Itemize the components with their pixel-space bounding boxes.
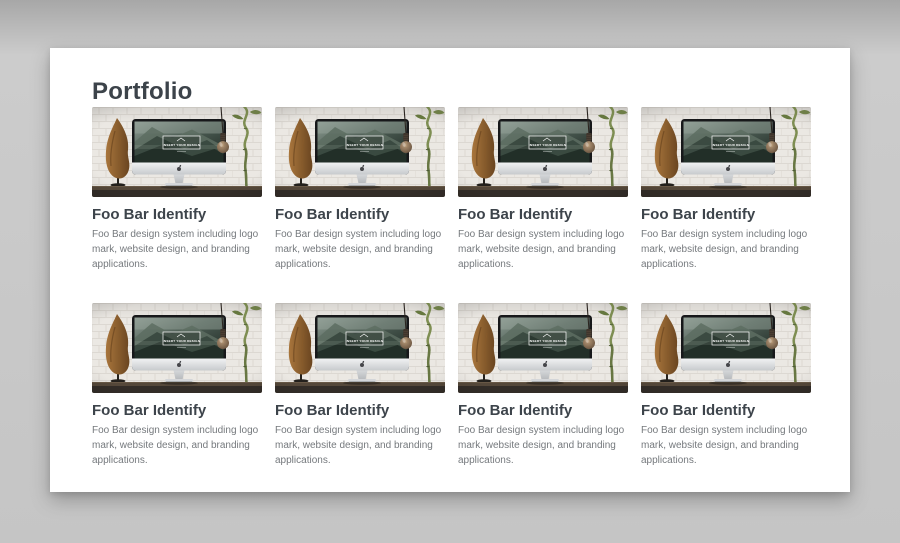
project-description: Foo Bar design system including logo mar… [92,227,262,272]
portfolio-card[interactable]: Foo Bar Identify Foo Bar design system i… [641,303,811,468]
project-title: Foo Bar Identify [92,206,262,224]
project-thumbnail-image[interactable] [458,107,628,197]
project-thumbnail-image[interactable] [641,303,811,393]
portfolio-card[interactable]: Foo Bar Identify Foo Bar design system i… [458,107,628,272]
project-thumbnail-image[interactable] [92,107,262,197]
portfolio-card[interactable]: Foo Bar Identify Foo Bar design system i… [92,303,262,468]
project-thumbnail-image[interactable] [275,107,445,197]
portfolio-card[interactable]: Foo Bar Identify Foo Bar design system i… [641,107,811,272]
portfolio-grid: Foo Bar Identify Foo Bar design system i… [92,107,811,468]
project-thumbnail-image[interactable] [92,303,262,393]
project-title: Foo Bar Identify [92,402,262,420]
project-description: Foo Bar design system including logo mar… [641,227,811,272]
project-thumbnail-image[interactable] [641,107,811,197]
project-title: Foo Bar Identify [641,402,811,420]
project-title: Foo Bar Identify [458,402,628,420]
project-thumbnail-image[interactable] [275,303,445,393]
project-title: Foo Bar Identify [641,206,811,224]
project-description: Foo Bar design system including logo mar… [458,423,628,468]
portfolio-card[interactable]: Foo Bar Identify Foo Bar design system i… [458,303,628,468]
project-description: Foo Bar design system including logo mar… [275,227,445,272]
project-description: Foo Bar design system including logo mar… [458,227,628,272]
portfolio-card[interactable]: Foo Bar Identify Foo Bar design system i… [275,303,445,468]
portfolio-card[interactable]: Foo Bar Identify Foo Bar design system i… [275,107,445,272]
project-title: Foo Bar Identify [275,402,445,420]
project-title: Foo Bar Identify [275,206,445,224]
project-description: Foo Bar design system including logo mar… [641,423,811,468]
project-description: Foo Bar design system including logo mar… [92,423,262,468]
portfolio-page: Portfolio Foo Bar Identify Foo Bar desig… [50,48,850,492]
project-description: Foo Bar design system including logo mar… [275,423,445,468]
page-title: Portfolio [92,77,811,107]
project-title: Foo Bar Identify [458,206,628,224]
project-thumbnail-image[interactable] [458,303,628,393]
portfolio-card[interactable]: Foo Bar Identify Foo Bar design system i… [92,107,262,272]
